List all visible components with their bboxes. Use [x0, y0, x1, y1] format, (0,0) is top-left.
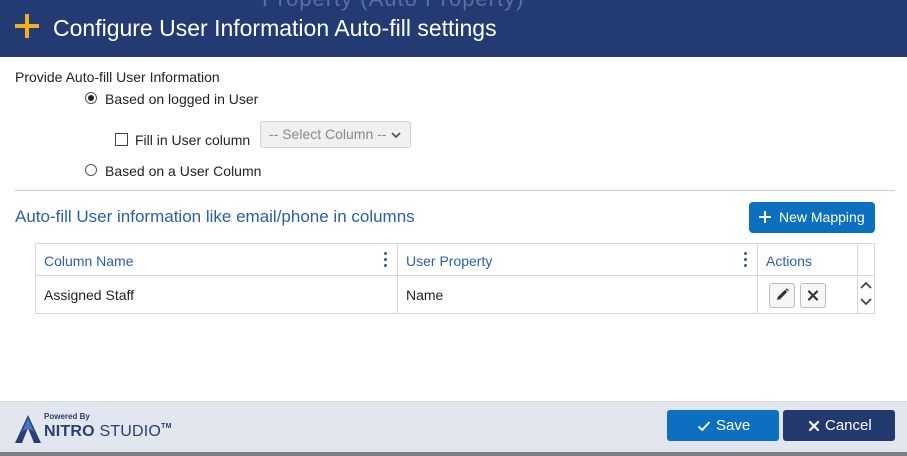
select-column-dropdown[interactable]: -- Select Column --	[260, 121, 411, 148]
fill-in-user-column-label[interactable]: Fill in User column	[135, 132, 250, 148]
scroll-down-icon[interactable]	[860, 297, 872, 307]
nitro-logo-icon	[15, 415, 41, 443]
cell-column-name: Assigned Staff	[44, 287, 135, 303]
close-icon	[807, 290, 819, 301]
delete-button[interactable]	[800, 283, 826, 308]
radio-user-column-label[interactable]: Based on a User Column	[105, 163, 261, 179]
column-header-label: Column Name	[44, 253, 134, 269]
plus-icon	[15, 12, 43, 40]
pencil-icon	[777, 288, 789, 300]
grid-scrollbar[interactable]	[858, 277, 874, 313]
provide-autofill-label: Provide Auto-fill User Information	[15, 69, 220, 85]
kebab-menu-icon[interactable]	[384, 252, 387, 267]
mapping-section-title: Auto-fill User information like email/ph…	[15, 207, 415, 226]
logo-brand: NITRO	[44, 423, 95, 440]
logo-powered-by: Powered By	[44, 412, 90, 421]
logo-trademark: TM	[161, 423, 172, 430]
select-column-value: -- Select Column --	[269, 126, 387, 142]
scroll-up-icon[interactable]	[860, 280, 872, 290]
fill-in-user-column-checkbox[interactable]	[115, 133, 128, 146]
radio-user-column[interactable]	[85, 164, 97, 176]
dialog-header: Property (Auto Property) Configure User …	[0, 0, 907, 57]
cell-user-property: Name	[406, 287, 444, 303]
logo-product: STUDIO	[99, 423, 162, 440]
radio-logged-in-user-label[interactable]: Based on logged in User	[105, 91, 258, 107]
radio-logged-in-user[interactable]	[85, 92, 97, 104]
section-divider	[15, 190, 895, 191]
check-icon	[697, 421, 711, 432]
save-button[interactable]: Save	[667, 410, 779, 441]
mapping-grid: Column Name User Property Actions Assign…	[35, 243, 875, 314]
column-header-label: User Property	[406, 253, 493, 269]
cancel-button[interactable]: Cancel	[783, 410, 895, 441]
edit-button[interactable]	[769, 283, 795, 308]
logo-wordmark: NITRO STUDIOTM	[44, 423, 172, 441]
grid-header: Column Name User Property Actions	[36, 244, 874, 276]
column-header-column-name[interactable]: Column Name	[36, 244, 398, 276]
background-title: Property (Auto Property)	[262, 0, 524, 12]
column-header-label: Actions	[766, 253, 812, 269]
column-divider	[757, 244, 758, 313]
column-header-actions: Actions	[758, 244, 858, 276]
nitro-studio-logo: Powered By NITRO STUDIOTM	[14, 410, 174, 450]
dialog-title: Configure User Information Auto-fill set…	[53, 15, 497, 41]
save-label: Save	[716, 417, 751, 434]
chevron-down-icon	[391, 132, 401, 139]
cancel-label: Cancel	[825, 417, 872, 434]
new-mapping-label: New Mapping	[779, 209, 865, 225]
kebab-menu-icon[interactable]	[744, 252, 747, 267]
new-mapping-button[interactable]: New Mapping	[749, 202, 875, 233]
close-icon	[808, 420, 820, 432]
plus-icon	[758, 209, 772, 223]
column-divider	[397, 244, 398, 313]
footer-bottom-bar	[0, 452, 907, 456]
column-header-user-property[interactable]: User Property	[398, 244, 758, 276]
